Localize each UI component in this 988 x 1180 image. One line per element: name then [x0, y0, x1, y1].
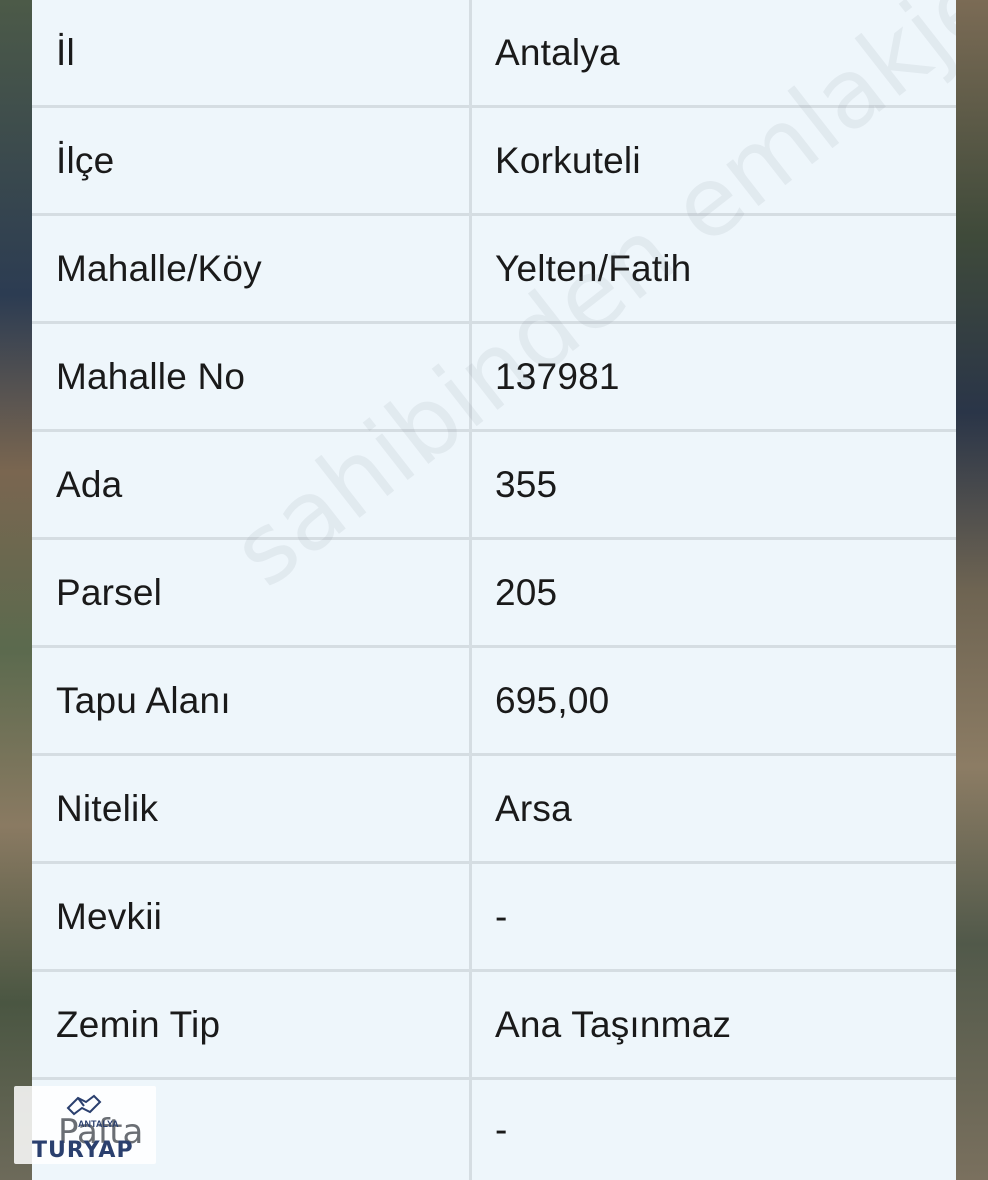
- row-divider: [32, 105, 956, 108]
- background-left-strip: [0, 0, 32, 1180]
- table-row: Tapu Alanı 695,00: [32, 648, 956, 753]
- table-row: İl Antalya: [32, 0, 956, 105]
- row-divider: [32, 1077, 956, 1080]
- row-value: 355: [472, 432, 956, 537]
- row-divider: [32, 861, 956, 864]
- logo-brand-text: TURYAP: [32, 1138, 134, 1163]
- row-divider: [32, 753, 956, 756]
- table-row: Mahalle No 137981: [32, 324, 956, 429]
- table-row: -: [32, 1080, 956, 1180]
- row-value: -: [472, 1080, 956, 1180]
- row-label: Ada: [32, 432, 469, 537]
- row-value: Antalya: [472, 0, 956, 105]
- row-label: Tapu Alanı: [32, 648, 469, 753]
- row-divider: [32, 213, 956, 216]
- row-label: Mahalle No: [32, 324, 469, 429]
- row-value: Ana Taşınmaz: [472, 972, 956, 1077]
- row-value: Korkuteli: [472, 108, 956, 213]
- logo-antalya-text: ANTALYA: [78, 1119, 119, 1129]
- row-label: Mevkii: [32, 864, 469, 969]
- row-value: 205: [472, 540, 956, 645]
- row-label: Mahalle/Köy: [32, 216, 469, 321]
- table-row: İlçe Korkuteli: [32, 108, 956, 213]
- row-value: Arsa: [472, 756, 956, 861]
- row-value: -: [472, 864, 956, 969]
- row-value: 695,00: [472, 648, 956, 753]
- row-label: Parsel: [32, 540, 469, 645]
- turyap-logo: Pafta ANTALYA TURYAP: [14, 1086, 156, 1164]
- row-divider: [32, 645, 956, 648]
- parcel-info-table: İl Antalya İlçe Korkuteli Mahalle/Köy Ye…: [32, 0, 956, 1180]
- row-label: İlçe: [32, 108, 469, 213]
- table-row: Mahalle/Köy Yelten/Fatih: [32, 216, 956, 321]
- row-label: İl: [32, 0, 469, 105]
- table-row: Mevkii -: [32, 864, 956, 969]
- table-row: Zemin Tip Ana Taşınmaz: [32, 972, 956, 1077]
- row-label: Nitelik: [32, 756, 469, 861]
- row-value: 137981: [472, 324, 956, 429]
- row-divider: [32, 537, 956, 540]
- table-row: Nitelik Arsa: [32, 756, 956, 861]
- row-divider: [32, 321, 956, 324]
- background-right-strip: [956, 0, 988, 1180]
- row-value: Yelten/Fatih: [472, 216, 956, 321]
- row-divider: [32, 969, 956, 972]
- row-label: Zemin Tip: [32, 972, 469, 1077]
- table-row: Parsel 205: [32, 540, 956, 645]
- row-divider: [32, 429, 956, 432]
- table-row: Ada 355: [32, 432, 956, 537]
- column-divider: [469, 0, 472, 1180]
